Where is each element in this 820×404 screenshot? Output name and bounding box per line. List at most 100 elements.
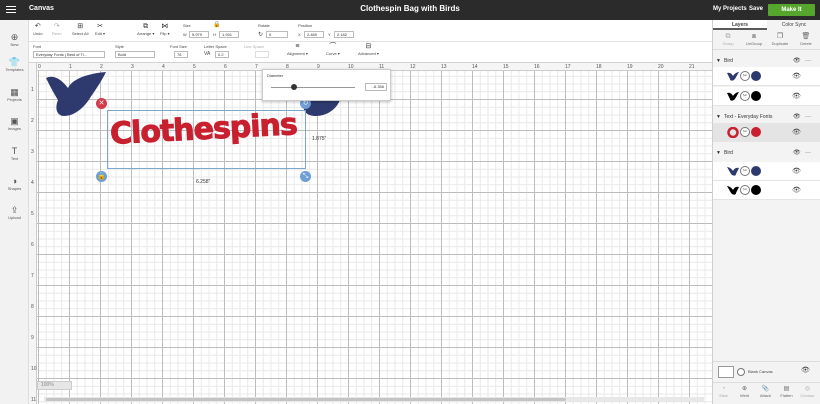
hamburger-menu-icon[interactable] xyxy=(6,4,16,15)
sidebar-item-text[interactable]: T Text xyxy=(0,146,29,161)
attach-icon: 📎 xyxy=(761,386,770,392)
ruler-number: 3 xyxy=(131,64,134,70)
layer-color-swatch[interactable] xyxy=(751,91,761,101)
delete-button[interactable]: 🗑 Delete xyxy=(794,32,818,46)
chevron-down-icon[interactable]: ▼ xyxy=(716,148,721,158)
blank-canvas-row[interactable]: Blank Canvas 👁 xyxy=(713,361,820,380)
diameter-slider-handle[interactable] xyxy=(290,84,297,90)
ruler-number: 9 xyxy=(31,335,34,341)
ruler-number: 1 xyxy=(69,64,72,70)
redo-button[interactable]: ↷ Redo xyxy=(52,23,62,36)
style-select[interactable]: Bold xyxy=(115,51,155,58)
rotate-input[interactable]: 0 xyxy=(266,31,288,38)
ruler-number: 8 xyxy=(31,304,34,310)
layer-group-bird-1[interactable]: ▼ Bird 👁 ··· xyxy=(713,56,820,66)
undo-button[interactable]: ↶ Undo xyxy=(33,23,43,36)
eye-icon[interactable]: 👁 xyxy=(793,148,801,158)
ungroup-button[interactable]: ⧈ UnGroup xyxy=(742,32,766,46)
sidebar-item-projects[interactable]: ▦ Projects xyxy=(0,87,29,102)
y-position-input[interactable]: 2.182 xyxy=(334,31,354,38)
canvas-color-swatch[interactable] xyxy=(718,366,734,378)
diameter-slider-track[interactable] xyxy=(271,87,355,88)
eye-icon[interactable]: 👁 xyxy=(793,56,801,66)
attach-button[interactable]: 📎 Attach xyxy=(755,386,776,398)
ruler-number: 19 xyxy=(627,64,633,70)
duplicate-icon: ❐ xyxy=(776,33,784,40)
bird-left-shape[interactable] xyxy=(44,70,114,120)
save-link[interactable]: Save xyxy=(749,6,763,12)
layer-color-swatch[interactable] xyxy=(751,166,761,176)
ruler-number: 7 xyxy=(31,273,34,279)
letter-space-input[interactable]: 0.2 xyxy=(215,51,229,58)
flip-dropdown[interactable]: ⋈ Flip ▾ xyxy=(160,23,170,36)
eye-icon[interactable]: 👁 xyxy=(793,112,801,122)
sidebar-item-images[interactable]: ▣ Images xyxy=(0,116,29,131)
sidebar-item-shapes[interactable]: ◑ Shapes xyxy=(0,176,29,191)
cut-icon[interactable]: ✂ xyxy=(740,127,750,137)
alignment-dropdown[interactable]: ≡ Alignment ▾ xyxy=(287,43,308,56)
canvas-color-picker[interactable] xyxy=(737,368,745,376)
zoom-control[interactable]: 100% xyxy=(37,381,72,390)
lock-icon[interactable]: 🔒 xyxy=(213,21,220,28)
advanced-dropdown[interactable]: ⊟ Advanced ▾ xyxy=(358,43,379,56)
more-icon[interactable]: ··· xyxy=(805,148,811,158)
eye-icon[interactable]: 👁 xyxy=(792,72,801,80)
layer-color-swatch[interactable] xyxy=(751,127,761,137)
layer-row[interactable]: ✂ 👁 xyxy=(713,162,820,181)
layer-color-swatch[interactable] xyxy=(751,71,761,81)
layer-row[interactable]: ✂ 👁 xyxy=(713,123,820,142)
tab-color-sync[interactable]: Color Sync xyxy=(767,20,820,30)
group-button[interactable]: ⧉ Group xyxy=(716,32,740,46)
duplicate-button[interactable]: ❐ Duplicate xyxy=(768,32,792,46)
font-size-input[interactable]: 76 xyxy=(174,51,188,58)
horizontal-scrollbar[interactable] xyxy=(44,397,704,402)
width-input[interactable]: 5.979 xyxy=(189,31,209,38)
cut-icon[interactable]: ✂ xyxy=(740,91,750,101)
curve-dropdown[interactable]: ⌒ Curve ▾ xyxy=(326,43,340,56)
bird-thumbnail-icon xyxy=(727,72,739,81)
lock-handle-icon[interactable]: 🔒 xyxy=(96,171,107,182)
more-icon[interactable]: ··· xyxy=(805,56,811,66)
chevron-down-icon[interactable]: ▼ xyxy=(716,56,721,66)
select-all-button[interactable]: ⊞ Select All xyxy=(72,23,88,36)
slice-button[interactable]: ◔ Slice xyxy=(713,386,734,398)
font-label: Font xyxy=(33,44,42,49)
chevron-down-icon[interactable]: ▼ xyxy=(716,112,721,122)
arrange-dropdown[interactable]: ⧉ Arrange ▾ xyxy=(137,23,154,36)
more-icon[interactable]: ··· xyxy=(805,112,811,122)
diameter-input[interactable]: -6.356 xyxy=(365,83,387,91)
eye-icon[interactable]: 👁 xyxy=(792,167,801,175)
scrollbar-thumb[interactable] xyxy=(46,398,566,401)
layer-group-text[interactable]: ▼ Text - Everyday Fonts 👁 ··· xyxy=(713,112,820,122)
cut-icon[interactable]: ✂ xyxy=(740,185,750,195)
cut-icon[interactable]: ✂ xyxy=(740,71,750,81)
flatten-button[interactable]: ▤ Flatten xyxy=(776,386,797,398)
edit-dropdown[interactable]: ✂ Edit ▾ xyxy=(95,23,105,36)
resize-handle-icon[interactable]: ⤡ xyxy=(300,171,311,182)
sidebar-item-templates[interactable]: 👕 Templates xyxy=(0,57,29,72)
sidebar-item-upload[interactable]: ⇪ Upload xyxy=(0,205,29,220)
text-thumbnail-icon xyxy=(727,127,739,138)
app-title: Canvas xyxy=(29,5,54,12)
x-position-input[interactable]: 2.469 xyxy=(304,31,324,38)
my-projects-link[interactable]: My Projects xyxy=(713,6,747,12)
layer-group-bird-2[interactable]: ▼ Bird 👁 ··· xyxy=(713,148,820,158)
tab-layers[interactable]: Layers xyxy=(713,20,767,30)
eye-icon[interactable]: 👁 xyxy=(792,92,801,100)
layer-row[interactable]: ✂ 👁 xyxy=(713,67,820,86)
layer-color-swatch[interactable] xyxy=(751,185,761,195)
sidebar-item-new[interactable]: ⊕ New xyxy=(0,32,29,47)
make-it-button[interactable]: Make It xyxy=(768,4,815,16)
weld-button[interactable]: ⊕ Weld xyxy=(734,386,755,398)
layer-row[interactable]: ✂ 👁 xyxy=(713,181,820,200)
contour-button[interactable]: ◎ Contour xyxy=(797,386,818,398)
font-select[interactable]: Everyday Fonts | Best of Ti... xyxy=(33,51,105,58)
layer-row[interactable]: ✂ 👁 xyxy=(713,87,820,106)
eye-icon[interactable]: 👁 xyxy=(792,186,801,194)
cut-icon[interactable]: ✂ xyxy=(740,166,750,176)
eye-icon[interactable]: 👁 xyxy=(792,128,801,136)
delete-handle-icon[interactable]: ✕ xyxy=(96,98,107,109)
width-prefix: W xyxy=(183,32,187,37)
height-input[interactable]: 1.931 xyxy=(219,31,239,38)
eye-slash-icon[interactable]: 👁 xyxy=(801,366,810,374)
